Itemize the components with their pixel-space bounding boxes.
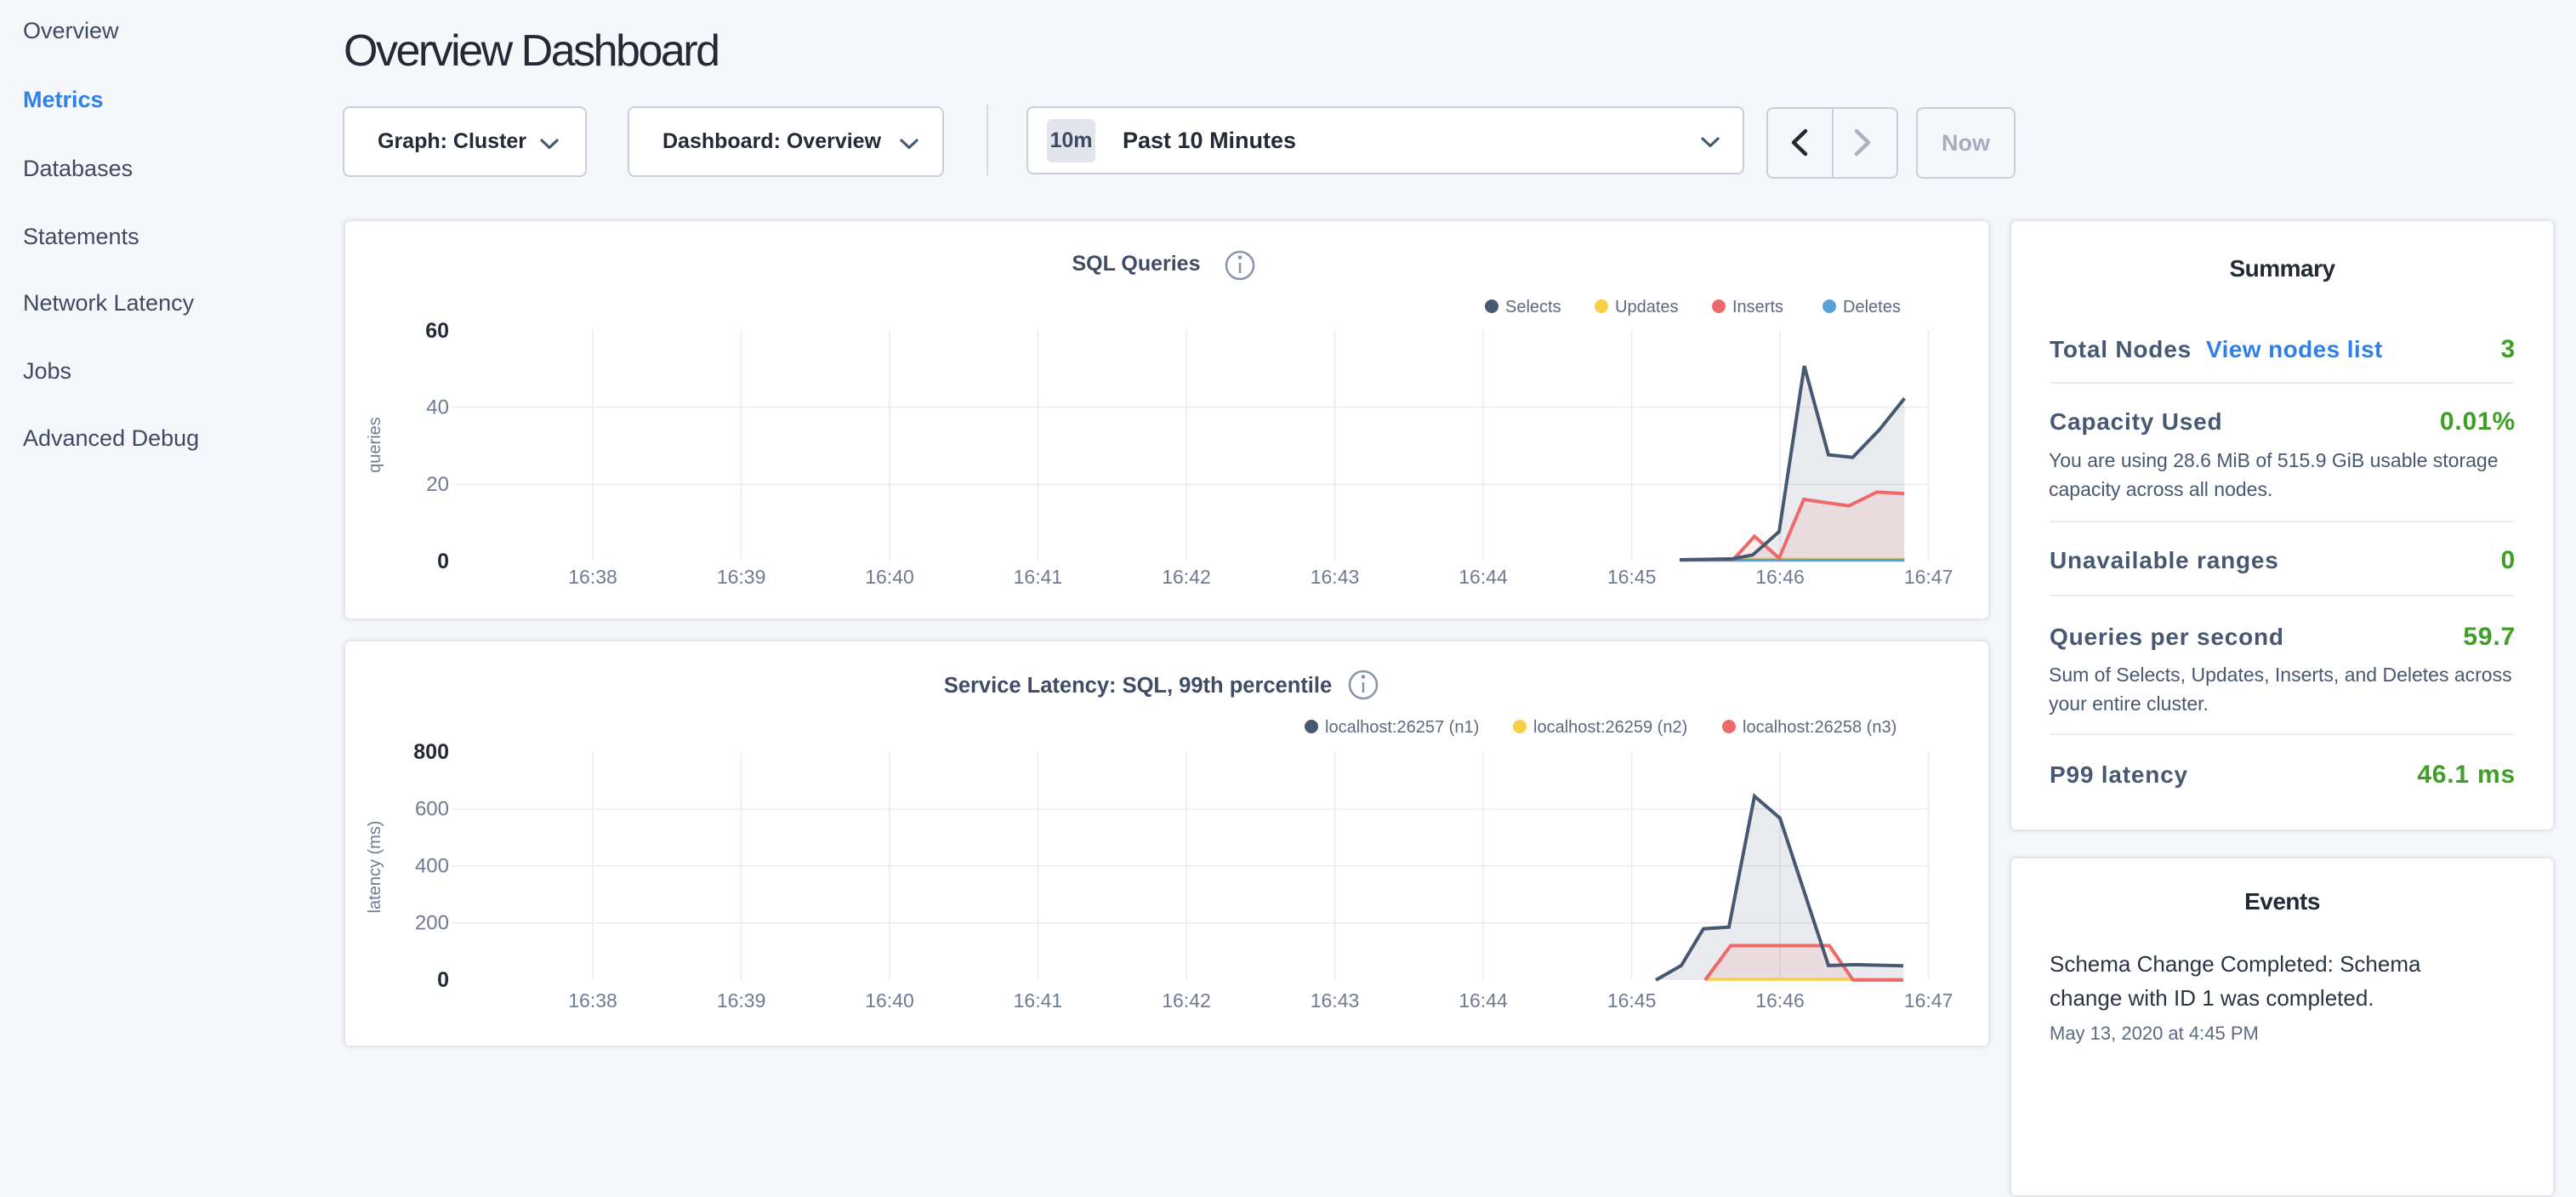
svg-text:16:43: 16:43 xyxy=(1311,989,1360,1012)
svg-text:16:39: 16:39 xyxy=(717,566,766,588)
svg-text:16:47: 16:47 xyxy=(1904,989,1953,1012)
svg-text:400: 400 xyxy=(415,855,449,878)
svg-text:16:45: 16:45 xyxy=(1607,566,1657,588)
svg-text:200: 200 xyxy=(415,912,449,935)
svg-text:localhost:26259 (n2): localhost:26259 (n2) xyxy=(1533,718,1687,737)
svg-text:16:46: 16:46 xyxy=(1755,989,1805,1012)
svg-text:16:40: 16:40 xyxy=(865,566,914,588)
svg-text:16:46: 16:46 xyxy=(1755,566,1805,588)
svg-text:60: 60 xyxy=(425,319,449,343)
svg-text:latency (ms): latency (ms) xyxy=(366,821,384,914)
svg-text:16:44: 16:44 xyxy=(1459,566,1508,588)
svg-text:16:40: 16:40 xyxy=(865,989,914,1012)
svg-text:600: 600 xyxy=(415,798,449,821)
svg-text:localhost:26258 (n3): localhost:26258 (n3) xyxy=(1743,718,1896,737)
svg-text:Inserts: Inserts xyxy=(1732,298,1783,316)
svg-text:40: 40 xyxy=(426,396,449,419)
svg-text:16:47: 16:47 xyxy=(1904,566,1953,588)
svg-text:Deletes: Deletes xyxy=(1843,298,1901,316)
svg-text:16:44: 16:44 xyxy=(1459,989,1508,1012)
svg-text:0: 0 xyxy=(437,968,449,992)
svg-text:20: 20 xyxy=(426,473,449,496)
svg-text:queries: queries xyxy=(366,417,384,473)
svg-text:SQL Queries: SQL Queries xyxy=(1072,252,1201,276)
svg-text:16:38: 16:38 xyxy=(568,566,617,588)
svg-text:Service Latency: SQL, 99th per: Service Latency: SQL, 99th percentile xyxy=(944,674,1332,698)
svg-text:16:45: 16:45 xyxy=(1607,989,1657,1012)
svg-text:16:38: 16:38 xyxy=(568,989,617,1012)
svg-text:localhost:26257 (n1): localhost:26257 (n1) xyxy=(1325,718,1479,737)
svg-text:16:43: 16:43 xyxy=(1311,566,1360,588)
svg-text:16:39: 16:39 xyxy=(717,989,766,1012)
svg-text:16:41: 16:41 xyxy=(1014,566,1063,588)
svg-text:0: 0 xyxy=(437,550,449,573)
svg-text:16:42: 16:42 xyxy=(1162,566,1211,588)
svg-text:16:41: 16:41 xyxy=(1014,989,1063,1012)
svg-text:Updates: Updates xyxy=(1615,298,1679,316)
svg-text:Selects: Selects xyxy=(1505,298,1561,316)
svg-text:16:42: 16:42 xyxy=(1162,989,1211,1012)
svg-text:800: 800 xyxy=(413,740,449,764)
